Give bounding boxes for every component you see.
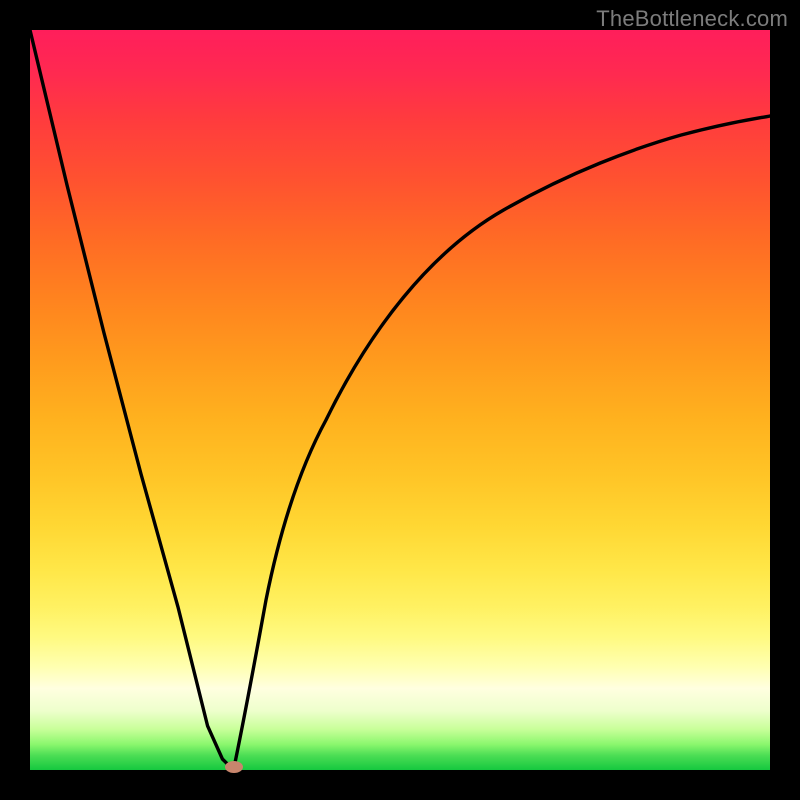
chart-frame: TheBottleneck.com bbox=[0, 0, 800, 800]
curve-right-branch-smooth bbox=[234, 116, 771, 770]
curve-left-branch bbox=[30, 30, 234, 770]
curve-right-branch bbox=[234, 221, 504, 770]
minimum-marker-dot bbox=[225, 761, 243, 773]
plot-area bbox=[30, 30, 770, 770]
curve-layer bbox=[30, 30, 770, 770]
watermark-text: TheBottleneck.com bbox=[596, 6, 788, 32]
